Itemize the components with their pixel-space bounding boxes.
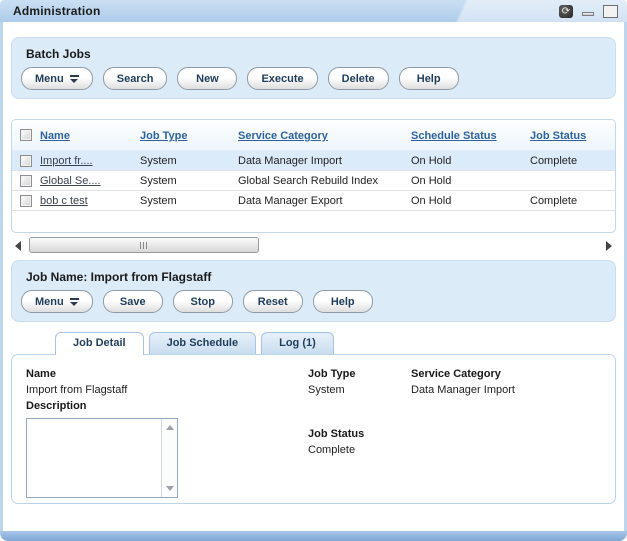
job-detail-panel: Name Import from Flagstaff Description J… — [11, 354, 616, 504]
tab-job-detail[interactable]: Job Detail — [55, 332, 144, 355]
detail-right-column: Service Category Data Manager Import — [411, 366, 601, 492]
column-header-service-category[interactable]: Service Category — [238, 130, 328, 142]
description-textarea[interactable] — [27, 419, 160, 497]
select-all-checkbox[interactable] — [20, 129, 32, 141]
window-bottom-border — [0, 531, 627, 541]
refresh-icon[interactable]: ⟳ — [559, 5, 573, 18]
job-toolbar: Menu Save Stop Reset Help — [21, 290, 606, 313]
tab-job-schedule[interactable]: Job Schedule — [149, 332, 257, 354]
job-name-link[interactable]: Import fr.... — [40, 155, 93, 167]
detail-left-column: Name Import from Flagstaff Description — [26, 366, 308, 492]
window-titlebar: Administration ⟳ — [0, 0, 627, 22]
detail-tabs: Job Detail Job Schedule Log (1) — [55, 332, 616, 354]
scrollbar-thumb[interactable] — [29, 237, 259, 253]
service-category-label: Service Category — [411, 366, 601, 382]
column-header-job-type[interactable]: Job Type — [140, 130, 187, 142]
description-field-wrap — [26, 418, 178, 498]
row-checkbox[interactable] — [20, 195, 32, 207]
column-header-name[interactable]: Name — [40, 130, 70, 142]
new-button[interactable]: New — [177, 67, 237, 90]
scroll-down-icon[interactable] — [166, 486, 174, 491]
schedule-status-cell: On Hold — [411, 155, 530, 167]
job-type-cell: System — [140, 175, 238, 187]
save-button[interactable]: Save — [103, 290, 163, 313]
menu-button[interactable]: Menu — [21, 67, 93, 90]
administration-window: Administration ⟳ Batch Jobs Menu Search … — [0, 0, 627, 541]
service-category-cell: Data Manager Export — [238, 195, 411, 207]
menu-button[interactable]: Menu — [21, 290, 93, 313]
table-row[interactable]: Global Se.... System Global Search Rebui… — [12, 171, 615, 191]
row-checkbox[interactable] — [20, 155, 32, 167]
service-category-cell: Data Manager Import — [238, 155, 411, 167]
job-status-cell: Complete — [530, 155, 615, 167]
help-button[interactable]: Help — [313, 290, 373, 313]
detail-middle-column: Job Type System Job Status Complete — [308, 366, 411, 492]
table-row[interactable]: Import fr.... System Data Manager Import… — [12, 151, 615, 171]
job-type-cell: System — [140, 195, 238, 207]
menu-button-label: Menu — [35, 73, 64, 85]
description-label: Description — [26, 398, 308, 414]
job-status-value: Complete — [308, 442, 411, 458]
delete-button[interactable]: Delete — [328, 67, 389, 90]
job-name-link[interactable]: Global Se.... — [40, 175, 101, 187]
service-category-value: Data Manager Import — [411, 382, 601, 398]
schedule-status-cell: On Hold — [411, 175, 530, 187]
scroll-up-icon[interactable] — [166, 425, 174, 430]
menu-button-label: Menu — [35, 296, 64, 308]
job-status-label: Job Status — [308, 426, 411, 442]
scrollbar-grip-icon — [140, 242, 141, 249]
table-header-row: Name Job Type Service Category Schedule … — [12, 120, 615, 151]
minimize-icon[interactable] — [582, 12, 594, 16]
textarea-scrollbar[interactable] — [161, 419, 177, 497]
job-type-cell: System — [140, 155, 238, 167]
batch-jobs-panel: Batch Jobs Menu Search New Execute Delet… — [11, 37, 616, 99]
help-button[interactable]: Help — [399, 67, 459, 90]
name-value: Import from Flagstaff — [26, 382, 308, 398]
menu-dropdown-icon — [70, 298, 79, 306]
job-name-panel: Job Name: Import from Flagstaff Menu Sav… — [11, 260, 616, 322]
job-name-title: Job Name: Import from Flagstaff — [26, 270, 606, 284]
service-category-cell: Global Search Rebuild Index — [238, 175, 411, 187]
column-header-schedule-status[interactable]: Schedule Status — [411, 130, 497, 142]
batch-jobs-title: Batch Jobs — [26, 47, 606, 61]
job-name-link[interactable]: bob c test — [40, 195, 88, 207]
window-title: Administration — [0, 4, 100, 18]
tab-log[interactable]: Log (1) — [261, 332, 334, 354]
name-label: Name — [26, 366, 308, 382]
reset-button[interactable]: Reset — [243, 290, 303, 313]
row-checkbox[interactable] — [20, 175, 32, 187]
maximize-icon[interactable] — [603, 5, 618, 18]
scroll-right-icon[interactable] — [606, 241, 612, 251]
window-body: Batch Jobs Menu Search New Execute Delet… — [0, 22, 627, 531]
execute-button[interactable]: Execute — [247, 67, 317, 90]
job-status-cell: Complete — [530, 195, 615, 207]
column-header-job-status[interactable]: Job Status — [530, 130, 586, 142]
table-row[interactable]: bob c test System Data Manager Export On… — [12, 191, 615, 211]
schedule-status-cell: On Hold — [411, 195, 530, 207]
horizontal-scrollbar[interactable] — [11, 237, 616, 254]
stop-button[interactable]: Stop — [173, 290, 233, 313]
job-type-value: System — [308, 382, 411, 398]
job-type-label: Job Type — [308, 366, 411, 382]
batch-jobs-toolbar: Menu Search New Execute Delete Help — [21, 67, 606, 90]
window-controls: ⟳ — [559, 5, 627, 18]
search-button[interactable]: Search — [103, 67, 168, 90]
scroll-left-icon[interactable] — [15, 241, 21, 251]
batch-jobs-table: Name Job Type Service Category Schedule … — [11, 119, 616, 233]
menu-dropdown-icon — [70, 75, 79, 83]
